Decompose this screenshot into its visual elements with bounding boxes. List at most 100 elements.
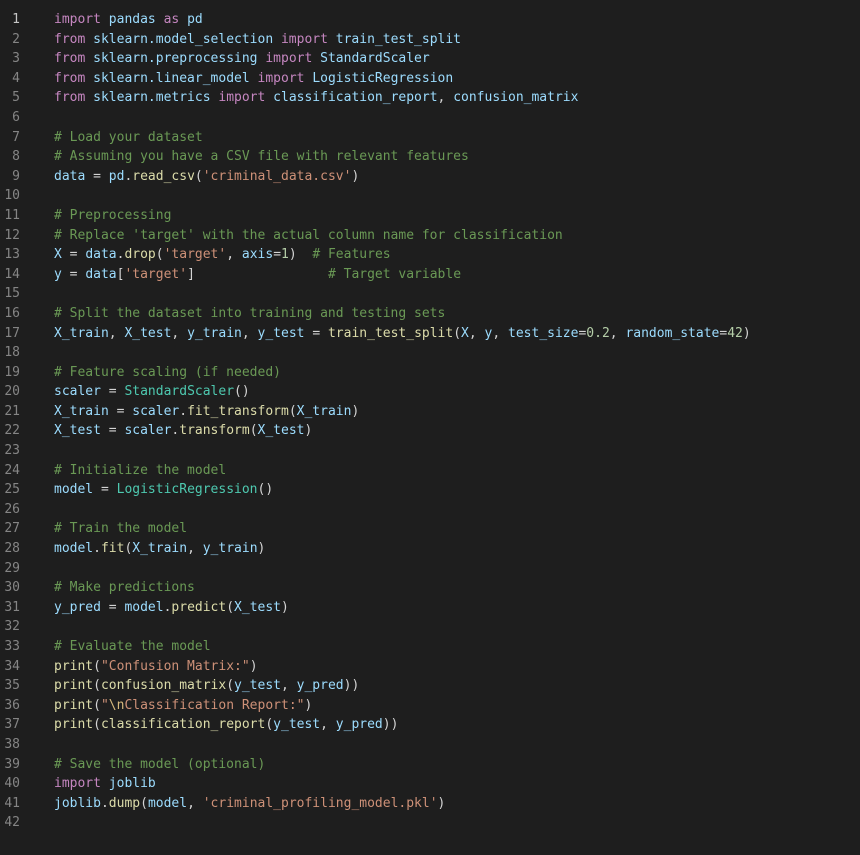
code-token: y_test (273, 717, 321, 733)
code-line[interactable]: 13 X = data.drop('target', axis=1) # Feat… (0, 245, 860, 265)
code-line[interactable]: 36 print("\nClassification Report:") (0, 696, 860, 716)
code-line[interactable]: 26 (0, 500, 860, 520)
code-line[interactable]: 33 # Evaluate the model (0, 637, 860, 657)
code-token: scaler (54, 384, 101, 400)
code-text: # Evaluate the model (54, 637, 211, 657)
line-number: 41 (4, 795, 20, 811)
code-token: classification_report (100, 717, 266, 733)
code-line[interactable]: 28 model.fit(X_train, y_train) (0, 539, 860, 559)
code-line[interactable]: 21 X_train = scaler.fit_transform(X_train… (0, 402, 860, 422)
code-token: = (61, 266, 86, 282)
code-line[interactable]: 16 # Split the dataset into training and … (0, 304, 860, 324)
line-number: 11 (4, 207, 20, 223)
code-token: = (719, 325, 728, 341)
code-line[interactable]: 34 print("Confusion Matrix:") (0, 657, 860, 677)
code-token: )) (343, 678, 360, 694)
code-token: ) (304, 697, 313, 713)
code-line[interactable]: 39 # Save the model (optional) (0, 755, 860, 775)
code-line[interactable]: 37 print(classification_report(y_test, y_… (0, 715, 860, 735)
code-token: . (93, 541, 101, 557)
line-number: 6 (12, 109, 20, 125)
line-number: 18 (4, 345, 20, 361)
code-token: LogisticRegression (312, 70, 454, 86)
code-token: "Confusion Matrix:" (100, 658, 250, 674)
code-line[interactable]: 25 model = LogisticRegression() (0, 480, 860, 500)
code-line[interactable]: 11 # Preprocessing (0, 206, 860, 226)
code-line[interactable]: 29 (0, 559, 860, 579)
code-token: X (461, 325, 469, 341)
code-line[interactable]: 20 scaler = StandardScaler() (0, 382, 860, 402)
code-token: y_train (187, 325, 242, 341)
code-token: # Split the dataset into training and te… (54, 305, 446, 321)
code-line[interactable]: 32 (0, 617, 860, 637)
code-line[interactable]: 10 (0, 186, 860, 206)
code-token: ) (351, 403, 360, 419)
code-text: # Train the model (54, 519, 187, 539)
code-line[interactable]: 12 # Replace 'target' with the actual col… (0, 226, 860, 246)
line-number: 40 (4, 776, 20, 792)
code-token: = (100, 384, 125, 400)
code-line[interactable]: 1 import pandas as pd (0, 10, 860, 30)
code-token: y_test (257, 325, 305, 341)
code-line[interactable]: 38 (0, 735, 860, 755)
code-text: import pandas as pd (54, 10, 203, 30)
code-line[interactable]: 22 X_test = scaler.transform(X_test) (0, 421, 860, 441)
code-token: drop (124, 247, 156, 263)
code-token: train_test_split (327, 325, 454, 341)
code-line[interactable]: 5 from sklearn.metrics import classificat… (0, 88, 860, 108)
code-token: . (179, 403, 188, 419)
code-line[interactable]: 9 data = pd.read_csv('criminal_data.csv') (0, 167, 860, 187)
code-token: y (54, 266, 62, 282)
code-line[interactable]: 3 from sklearn.preprocessing import Stand… (0, 49, 860, 69)
code-text: print(classification_report(y_test, y_pr… (54, 715, 398, 735)
code-line[interactable]: 42 (0, 813, 860, 833)
line-number: 23 (4, 443, 20, 459)
code-token: StandardScaler (124, 384, 235, 400)
code-line[interactable]: 19 # Feature scaling (if needed) (0, 363, 860, 383)
code-token: 1 (281, 247, 289, 263)
line-number: 5 (12, 90, 20, 106)
code-line[interactable]: 18 (0, 343, 860, 363)
code-line[interactable]: 14 y = data['target'] # Target variable (0, 265, 860, 285)
code-token: ) (257, 541, 266, 557)
code-token: import (265, 51, 313, 67)
code-line[interactable]: 4 from sklearn.linear_model import Logist… (0, 69, 860, 89)
code-token: test_size (508, 325, 579, 341)
code-line[interactable]: 7 # Load your dataset (0, 128, 860, 148)
code-line[interactable]: 40 import joblib (0, 774, 860, 794)
line-number: 34 (4, 658, 20, 674)
code-token: predict (171, 599, 227, 615)
code-line[interactable]: 2 from sklearn.model_selection import tra… (0, 30, 860, 50)
code-line[interactable]: 35 print(confusion_matrix(y_test, y_pred)… (0, 676, 860, 696)
code-line[interactable]: 23 (0, 441, 860, 461)
code-token: print (54, 678, 94, 694)
line-number: 14 (4, 266, 20, 282)
line-number: 8 (12, 149, 20, 165)
line-number: 31 (4, 599, 20, 615)
code-token: import (54, 12, 101, 27)
line-number: 13 (4, 247, 20, 263)
code-token: = (304, 325, 328, 341)
code-line[interactable]: 24 # Initialize the model (0, 461, 860, 481)
code-line[interactable]: 27 # Train the model (0, 519, 860, 539)
code-line[interactable]: 8 # Assuming you have a CSV file with rel… (0, 147, 860, 167)
code-token: X_test (234, 599, 282, 615)
code-line[interactable]: 17 X_train, X_test, y_train, y_test = tra… (0, 324, 860, 344)
code-token: X_train (54, 403, 109, 419)
code-line[interactable]: 15 (0, 284, 860, 304)
code-line[interactable]: 41 joblib.dump(model, 'criminal_profiling… (0, 794, 860, 814)
code-editor[interactable]: 1 import pandas as pd 2 from sklearn.model_… (0, 0, 860, 855)
code-token: print (54, 717, 94, 733)
code-line[interactable]: 6 (0, 108, 860, 128)
code-token: ( (249, 423, 258, 439)
code-line[interactable]: 31 y_pred = model.predict(X_test) (0, 598, 860, 618)
code-token: scaler (132, 403, 180, 419)
line-number: 21 (4, 403, 20, 419)
code-token: ( (453, 325, 462, 341)
code-line[interactable]: 30 # Make predictions (0, 578, 860, 598)
code-token: ) (281, 599, 289, 615)
